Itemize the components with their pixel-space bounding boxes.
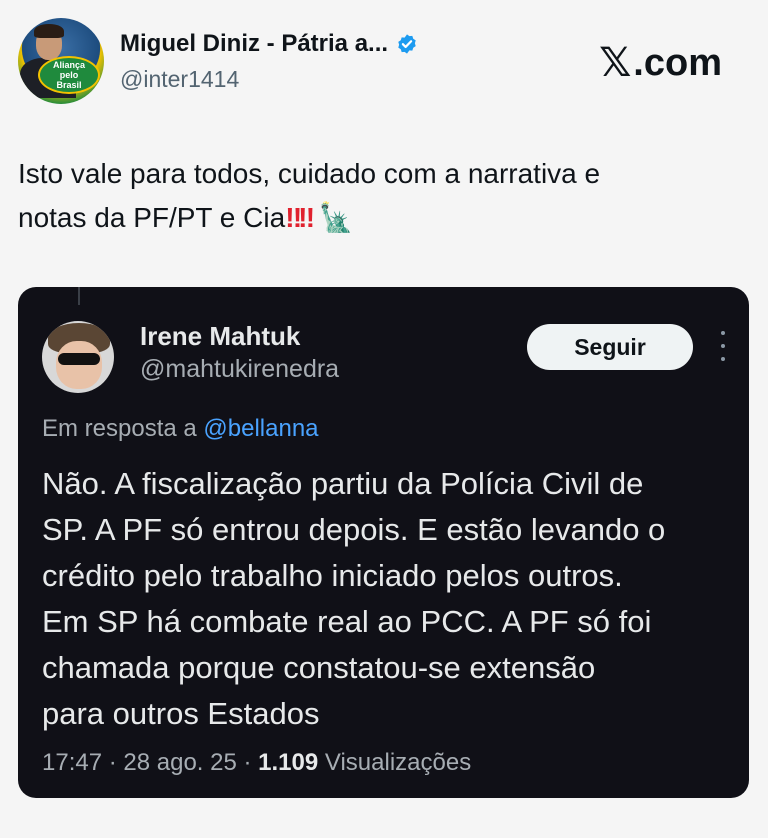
- embedded-author-name[interactable]: Irene Mahtuk: [140, 321, 300, 352]
- author-name-row: Miguel Diniz - Pátria a...: [120, 30, 418, 58]
- author-handle[interactable]: @inter1414: [120, 66, 239, 93]
- views-label: Visualizações: [324, 749, 472, 776]
- reply-mention-link[interactable]: @bellanna: [203, 415, 318, 442]
- embedded-author-avatar[interactable]: [42, 321, 114, 393]
- author-name[interactable]: Miguel Diniz - Pátria a...: [120, 30, 388, 58]
- embedded-text-line: SP. A PF só entrou depois. E estão levan…: [42, 512, 666, 547]
- reply-prefix: Em resposta a: [42, 415, 197, 442]
- avatar-logo-text-1: Aliança: [52, 60, 85, 70]
- views-count: 1.109: [258, 749, 319, 776]
- statue-of-liberty-emoji-icon: 🗽: [318, 202, 354, 233]
- post-text: Isto vale para todos, cuidado com a narr…: [18, 152, 738, 240]
- avatar-logo-text-2: pelo: [59, 70, 79, 80]
- x-com-watermark: 𝕏 .com: [599, 40, 722, 86]
- embedded-text-line: chamada porque constatou-se extensão: [42, 650, 596, 685]
- embedded-author-handle[interactable]: @mahtukirenedra: [140, 355, 339, 384]
- embedded-tweet-meta: 17:47 · 28 ago. 25 · 1.109 Visualizações: [42, 749, 471, 777]
- embedded-text-line: crédito pelo trabalho iniciado pelos out…: [42, 558, 623, 593]
- follow-button[interactable]: Seguir: [527, 324, 693, 370]
- meta-separator: ·: [102, 749, 124, 776]
- x-com-label: .com: [633, 41, 722, 84]
- tweet-header: Aliança pelo Brasil Miguel Diniz - Pátri…: [18, 18, 748, 108]
- more-options-icon[interactable]: [718, 331, 728, 361]
- embedded-avatar-face: [56, 341, 102, 389]
- post-text-line-2: notas da PF/PT e Cia: [18, 202, 286, 233]
- thread-line: [78, 287, 80, 305]
- tweet-time[interactable]: 17:47: [42, 749, 102, 776]
- author-avatar[interactable]: Aliança pelo Brasil: [18, 18, 104, 104]
- embedded-tweet-text: Não. A fiscalização partiu da Polícia Ci…: [42, 461, 742, 737]
- embedded-text-line: Em SP há combate real ao PCC. A PF só fo…: [42, 604, 652, 639]
- embedded-text-line: Não. A fiscalização partiu da Polícia Ci…: [42, 466, 644, 501]
- verified-badge-icon: [398, 34, 416, 54]
- avatar-logo-text-3: Brasil: [56, 80, 82, 90]
- x-logo-icon: 𝕏: [599, 40, 632, 86]
- embedded-text-line: para outros Estados: [42, 696, 320, 731]
- embedded-avatar-sunglasses: [58, 353, 100, 365]
- avatar-hair: [34, 24, 64, 38]
- tweet-date[interactable]: 28 ago. 25: [123, 749, 236, 776]
- reply-context: Em resposta a @bellanna: [42, 415, 319, 443]
- meta-separator: ·: [236, 749, 259, 776]
- post-text-line-1: Isto vale para todos, cuidado com a narr…: [18, 158, 601, 189]
- embedded-tweet-screenshot[interactable]: Irene Mahtuk @mahtukirenedra Seguir Em r…: [18, 287, 749, 798]
- double-exclamation-emoji-icon: ‼‼: [285, 202, 315, 233]
- avatar-party-logo: Aliança pelo Brasil: [38, 56, 100, 94]
